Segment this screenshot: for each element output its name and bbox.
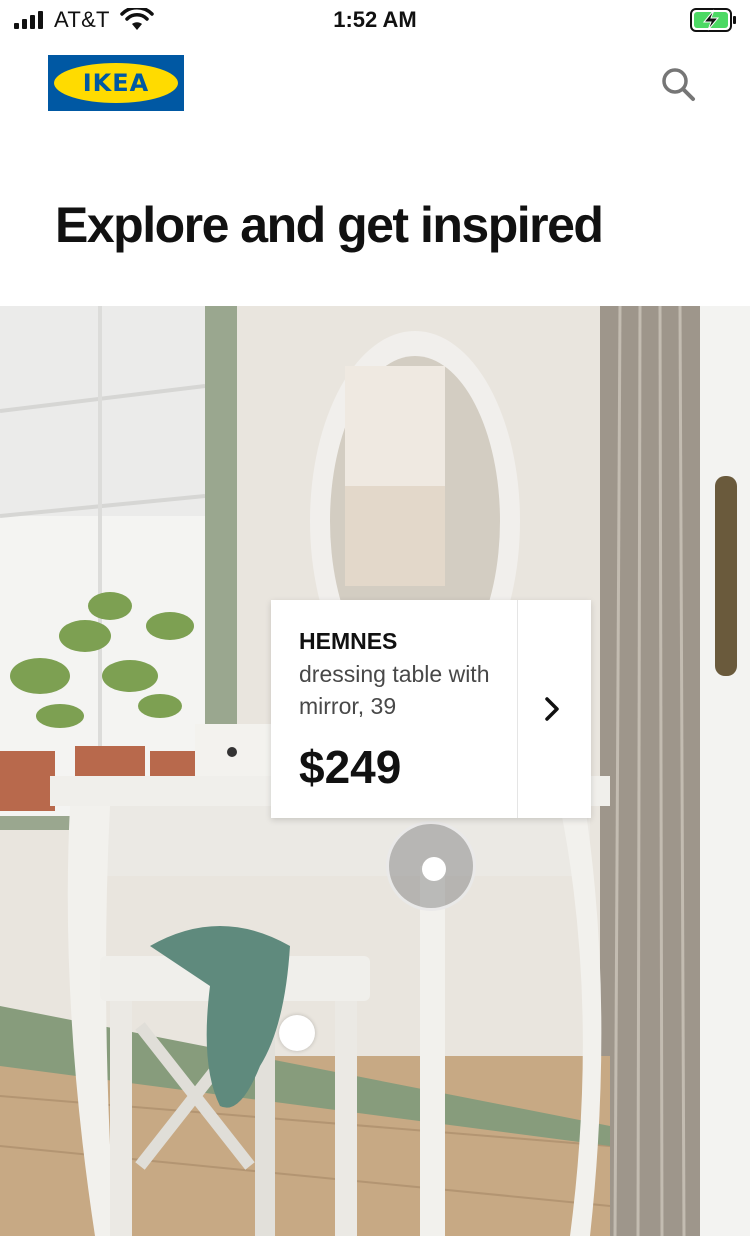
status-bar: AT&T 1:52 AM [0, 0, 750, 44]
search-button[interactable] [656, 62, 700, 106]
ikea-logo[interactable]: IKEA [48, 55, 184, 111]
hotspot-dot [422, 857, 446, 881]
search-icon [662, 68, 695, 101]
product-name: HEMNES [299, 628, 398, 654]
product-hotspot-table[interactable] [386, 821, 476, 911]
product-details-button[interactable] [518, 600, 591, 818]
status-time: 1:52 AM [333, 7, 417, 32]
product-price: $249 [299, 741, 402, 793]
product-hotspot-stool[interactable] [262, 998, 332, 1068]
chevron-right-icon [545, 697, 559, 721]
hotspot-dot [279, 1015, 315, 1051]
product-description: dressing table with mirror, 39 [299, 661, 490, 719]
page-title: Explore and get inspired [55, 197, 604, 253]
product-card[interactable]: HEMNES dressing table with mirror, 39 $2… [271, 600, 591, 818]
logo-wordmark: IKEA [82, 69, 150, 97]
battery-charging-icon [690, 8, 736, 32]
